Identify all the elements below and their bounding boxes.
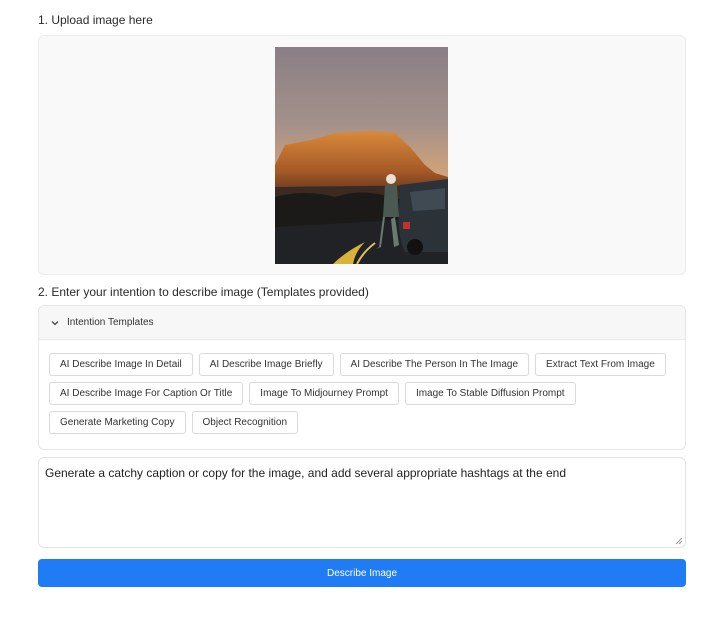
intention-templates-title: Intention Templates [67,317,154,328]
upload-step-label: 1. Upload image here [38,13,153,27]
resize-grip-icon[interactable] [675,537,683,545]
template-chip-marketing-copy[interactable]: Generate Marketing Copy [49,411,186,434]
template-chip-describe-briefly[interactable]: AI Describe Image Briefly [198,353,334,376]
template-chip-caption-title[interactable]: AI Describe Image For Caption Or Title [49,382,244,405]
chevron-down-icon [51,320,59,325]
describe-image-button[interactable]: Describe Image [38,559,686,587]
image-upload-dropzone[interactable] [38,35,686,275]
template-chip-stable-diffusion-prompt[interactable]: Image To Stable Diffusion Prompt [404,382,576,405]
intention-templates-toggle[interactable]: Intention Templates [39,306,685,340]
intention-textarea[interactable]: Generate a catchy caption or copy for th… [38,457,686,548]
template-chip-object-recognition[interactable]: Object Recognition [191,411,299,434]
intention-step-label: 2. Enter your intention to describe imag… [38,285,369,299]
template-chip-describe-detail[interactable]: AI Describe Image In Detail [49,353,193,376]
intention-templates-panel: Intention Templates AI Describe Image In… [38,305,686,450]
template-chip-describe-person[interactable]: AI Describe The Person In The Image [339,353,530,376]
template-chip-list: AI Describe Image In Detail AI Describe … [49,353,679,440]
template-chip-extract-text[interactable]: Extract Text From Image [535,353,666,376]
uploaded-image-preview [275,47,448,264]
intention-textarea-value: Generate a catchy caption or copy for th… [45,466,566,480]
template-chip-midjourney-prompt[interactable]: Image To Midjourney Prompt [249,382,399,405]
